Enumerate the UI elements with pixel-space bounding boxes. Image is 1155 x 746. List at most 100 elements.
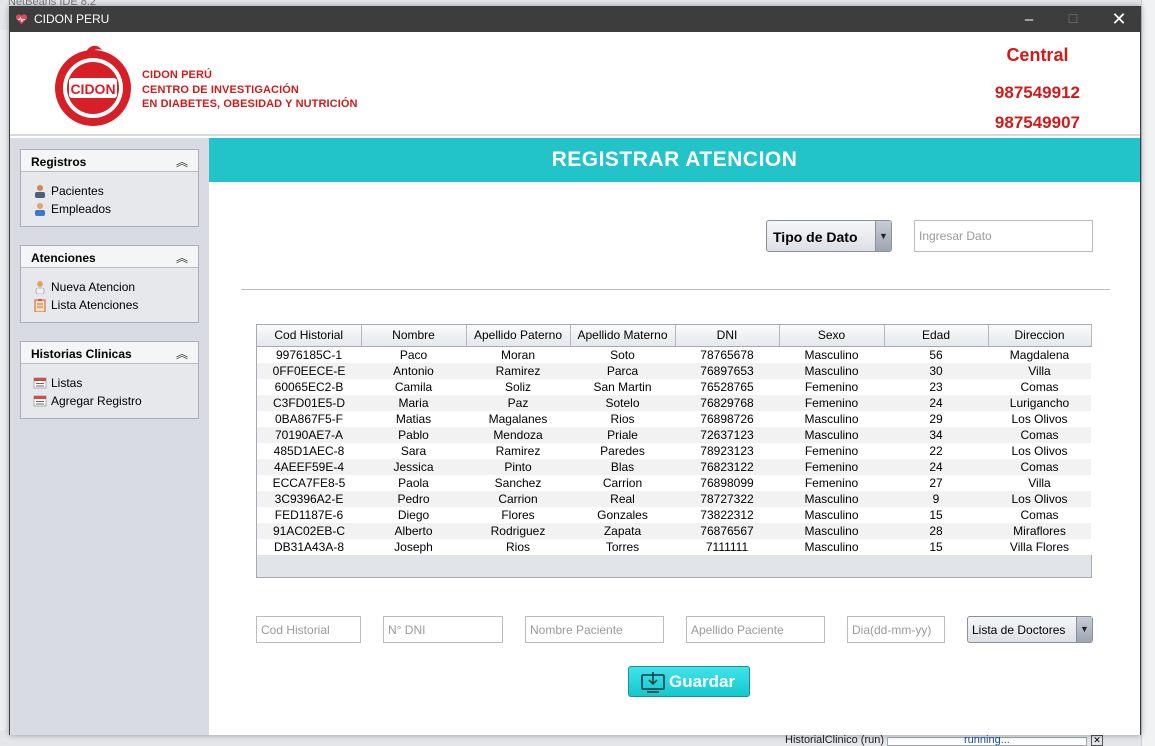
table-cell: Magalanes <box>466 410 570 427</box>
patients-table[interactable]: Cod Historial Nombre Apellido Paterno Ap… <box>256 324 1092 578</box>
sidebar-item-label: Empleados <box>51 202 112 216</box>
column-header[interactable]: DNI <box>675 325 780 347</box>
doctors-select[interactable]: Lista de Doctores ▼ <box>967 616 1093 643</box>
column-header[interactable]: Cod Historial <box>257 325 362 347</box>
table-row[interactable]: ECCA7FE8-5 Paola Sanchez Carrion 76898099 Fem… <box>257 474 1091 491</box>
table-cell: Femenino <box>779 458 884 475</box>
column-header[interactable]: Direccion <box>988 325 1092 347</box>
sidebar-item-listas[interactable]: Listas <box>21 374 198 392</box>
date-field[interactable]: Dia(dd-mm-yy) <box>847 616 945 643</box>
ide-stop-task-button[interactable]: ✕ <box>1091 735 1103 746</box>
column-header[interactable]: Edad <box>884 325 989 347</box>
ide-status-task: HistorialClinico (run) <box>785 734 885 746</box>
table-cell: Flores <box>466 506 570 523</box>
table-cell: Blas <box>570 458 675 475</box>
brand-text: CIDON PERÚ CENTRO DE INVESTIGACIÓN EN DI… <box>142 68 358 112</box>
minimize-button[interactable]: – <box>1006 7 1052 32</box>
table-row[interactable]: 4AEEF59E-4 Jessica Pinto Blas 76823122 Femeni… <box>257 458 1091 475</box>
panel-title: Atenciones <box>31 251 96 265</box>
data-type-select[interactable]: Tipo de Dato ▼ <box>766 220 892 252</box>
table-cell: 91AC02EB-C <box>257 522 361 539</box>
table-row[interactable]: DB31A43A-8 Joseph Rios Torres 7111111 Masculi… <box>257 538 1091 555</box>
table-cell: Comas <box>988 426 1091 443</box>
column-header[interactable]: Sexo <box>779 325 885 347</box>
table-cell: C3FD01E5-D <box>257 394 361 411</box>
collapse-icon[interactable]: ︽ <box>176 153 188 170</box>
table-row[interactable]: 9976185C-1 Paco Moran Soto 78765678 Masculino… <box>257 346 1091 363</box>
table-cell: Diego <box>361 506 466 523</box>
doctors-select-value: Lista de Doctores <box>972 623 1066 637</box>
close-button[interactable]: ✕ <box>1096 7 1142 32</box>
sidebar-item-empleados[interactable]: Empleados <box>21 200 198 218</box>
sidebar-item-agregar-registro[interactable]: Agregar Registro <box>21 392 198 410</box>
table-cell: 76823122 <box>675 458 779 475</box>
table-cell: Comas <box>988 458 1091 475</box>
table-cell: Masculino <box>779 506 884 523</box>
table-row[interactable]: 91AC02EB-C Alberto Rodriguez Zapata 76876567… <box>257 522 1091 539</box>
brand-line-2: CENTRO DE INVESTIGACIÓN <box>142 83 299 96</box>
cod-historial-field[interactable]: Cod Historial <box>256 616 361 643</box>
sidebar-item-lista-atenciones[interactable]: Lista Atenciones <box>21 296 198 314</box>
chevron-down-icon[interactable]: ▼ <box>875 221 891 251</box>
table-row[interactable]: 0FF0EECE-E Antonio Ramirez Parca 76897653 Mas… <box>257 362 1091 379</box>
table-cell: 24 <box>884 458 988 475</box>
table-cell: Masculino <box>779 346 884 363</box>
collapse-icon[interactable]: ︽ <box>176 249 188 266</box>
table-row[interactable]: C3FD01E5-D Maria Paz Sotelo 76829768 Femenino… <box>257 394 1091 411</box>
dni-field[interactable]: N° DNI <box>383 616 503 643</box>
sidebar-item-nueva-atencion[interactable]: Nueva Atencion <box>21 278 198 296</box>
column-header[interactable]: Apellido Paterno <box>466 325 571 347</box>
table-cell: 9 <box>884 490 988 507</box>
table-row[interactable]: 60065EC2-B Camila Soliz San Martin 76528765 F… <box>257 378 1091 395</box>
table-row[interactable]: FED1187E-6 Diego Flores Gonzales 73822312 Mas… <box>257 506 1091 523</box>
sidebar-item-pacientes[interactable]: Pacientes <box>21 182 198 200</box>
table-cell: Comas <box>988 506 1091 523</box>
collapse-icon[interactable]: ︽ <box>176 345 188 362</box>
patient-icon <box>35 185 45 198</box>
column-header[interactable]: Apellido Materno <box>570 325 676 347</box>
logo-text: CIDON <box>70 81 115 97</box>
table-cell: 78765678 <box>675 346 779 363</box>
cidon-logo: CIDON <box>55 45 131 126</box>
table-cell: 9976185C-1 <box>257 346 361 363</box>
table-cell: Masculino <box>779 426 884 443</box>
table-row[interactable]: 3C9396A2-E Pedro Carrion Real 78727322 Mascul… <box>257 490 1091 507</box>
patient-lastname-field[interactable]: Apellido Paciente <box>686 616 825 643</box>
table-cell: 60065EC2-B <box>257 378 361 395</box>
maximize-button[interactable]: ☐ <box>1050 7 1096 32</box>
panel-atenciones: Atenciones ︽ Nueva Atencion Lista Atenci… <box>20 245 199 323</box>
heart-app-icon <box>15 14 28 25</box>
table-cell: San Martin <box>570 378 675 395</box>
table-cell: Masculino <box>779 362 884 379</box>
contact-label: Central <box>1006 45 1069 65</box>
table-cell: Maria <box>361 394 466 411</box>
panel-header-atenciones[interactable]: Atenciones ︽ <box>21 246 198 268</box>
table-row[interactable]: 70190AE7-A Pablo Mendoza Priale 72637123 Masc… <box>257 426 1091 443</box>
chevron-down-icon[interactable]: ▼ <box>1076 617 1092 642</box>
app-window: CIDON PERU – ☐ ✕ CIDON CIDON PERÚ CENTRO… <box>9 6 1141 735</box>
employee-icon <box>35 203 45 216</box>
search-input[interactable]: Ingresar Dato <box>914 220 1093 252</box>
table-cell: 76898726 <box>675 410 779 427</box>
table-cell: Moran <box>466 346 570 363</box>
table-cell: Villa <box>988 474 1091 491</box>
clipboard-icon <box>34 299 46 312</box>
table-cell: 72637123 <box>675 426 779 443</box>
sidebar-item-label: Listas <box>51 376 83 390</box>
table-row[interactable]: 485D1AEC-8 Sara Ramirez Paredes 78923123 Feme… <box>257 442 1091 459</box>
column-header[interactable]: Nombre <box>361 325 467 347</box>
table-cell: 78923123 <box>675 442 779 459</box>
save-button[interactable]: Guardar <box>628 666 750 697</box>
table-cell: FED1187E-6 <box>257 506 361 523</box>
sidebar-item-label: Nueva Atencion <box>51 280 136 294</box>
panel-title: Registros <box>31 155 87 169</box>
table-cell: Gonzales <box>570 506 675 523</box>
table-cell: Real <box>570 490 675 507</box>
panel-header-historias[interactable]: Historias Clinicas ︽ <box>21 342 198 364</box>
patient-name-field[interactable]: Nombre Paciente <box>525 616 664 643</box>
panel-header-registros[interactable]: Registros ︽ <box>21 150 198 172</box>
divider <box>241 289 1110 290</box>
table-cell: 56 <box>884 346 988 363</box>
table-cell: Jessica <box>361 458 466 475</box>
table-row[interactable]: 0BA867F5-F Matias Magalanes Rios 76898726 Mas… <box>257 410 1091 427</box>
